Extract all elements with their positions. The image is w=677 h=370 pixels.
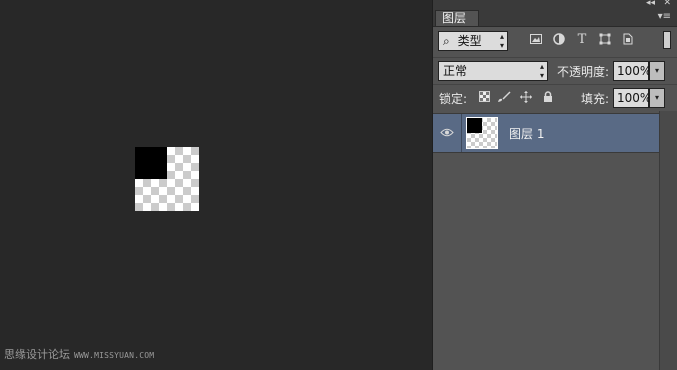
kind-filter-label: 类型 <box>457 34 482 48</box>
lock-row: 锁定: 填充: 100% ▾ <box>433 85 677 112</box>
close-icon[interactable]: ✕ <box>663 0 671 8</box>
opacity-input[interactable]: 100% <box>613 61 651 81</box>
layer-thumbnail[interactable] <box>466 117 498 149</box>
layer-row[interactable]: 图层 1 <box>433 113 659 153</box>
text-filter-icon[interactable]: T <box>575 33 589 47</box>
fill-dropdown-button[interactable]: ▾ <box>649 88 665 108</box>
image-filter-icon[interactable] <box>529 33 543 47</box>
smart-object-filter-icon[interactable] <box>621 33 635 47</box>
shape-filter-icon[interactable] <box>598 33 612 47</box>
select-spin-icon: ▴ ▾ <box>499 32 504 50</box>
adjustment-filter-icon[interactable] <box>552 33 566 47</box>
lock-label: 锁定: <box>439 92 468 106</box>
filter-toggle[interactable] <box>663 31 671 49</box>
document-canvas[interactable] <box>135 147 199 211</box>
layer-list-scrollbar[interactable] <box>659 111 677 370</box>
blend-row: 正常 ▴ ▾ 不透明度: 100% ▾ <box>433 58 677 85</box>
fill-label: 填充: <box>581 92 610 106</box>
visibility-eye-icon[interactable] <box>433 114 462 152</box>
lock-position-icon[interactable] <box>519 91 533 105</box>
document-canvas-area[interactable]: 思缘设计论坛 WWW.MISSYUAN.COM <box>0 0 432 370</box>
kind-filter-select[interactable]: ⌕ 类型 ▴ ▾ <box>438 31 508 51</box>
select-spin-icon: ▴ ▾ <box>539 62 544 80</box>
lock-image-pixels-icon[interactable] <box>497 91 511 105</box>
lock-transparent-pixels-icon[interactable] <box>477 91 491 105</box>
watermark-text: 思缘设计论坛 <box>4 348 70 361</box>
opacity-label: 不透明度: <box>557 65 610 79</box>
tab-layers[interactable]: 图层 <box>435 10 479 26</box>
thumbnail-black-square <box>467 118 482 133</box>
watermark: 思缘设计论坛 WWW.MISSYUAN.COM <box>4 346 154 362</box>
search-icon: ⌕ <box>443 34 450 48</box>
panel-tabbar: 图层 ▾≡ <box>433 9 677 27</box>
layers-panel: ◂◂ ✕ 图层 ▾≡ ⌕ 类型 ▴ ▾ T 正常 ▴ ▾ 不透明度: 100% … <box>432 0 677 370</box>
collapse-icon[interactable]: ◂◂ <box>646 0 655 8</box>
panel-topbar: ◂◂ ✕ <box>433 0 677 9</box>
opacity-dropdown-button[interactable]: ▾ <box>649 61 665 81</box>
blend-mode-value: 正常 <box>443 64 468 78</box>
watermark-url: WWW.MISSYUAN.COM <box>74 351 155 360</box>
panel-menu-icon[interactable]: ▾≡ <box>658 11 671 22</box>
black-square-pixels <box>135 147 167 179</box>
filter-row: ⌕ 类型 ▴ ▾ T <box>433 27 677 58</box>
fill-input[interactable]: 100% <box>613 88 651 108</box>
lock-all-icon[interactable] <box>541 91 555 105</box>
blend-mode-select[interactable]: 正常 ▴ ▾ <box>438 61 548 81</box>
layer-list: 图层 1 <box>433 111 659 370</box>
layer-name[interactable]: 图层 1 <box>509 125 544 142</box>
